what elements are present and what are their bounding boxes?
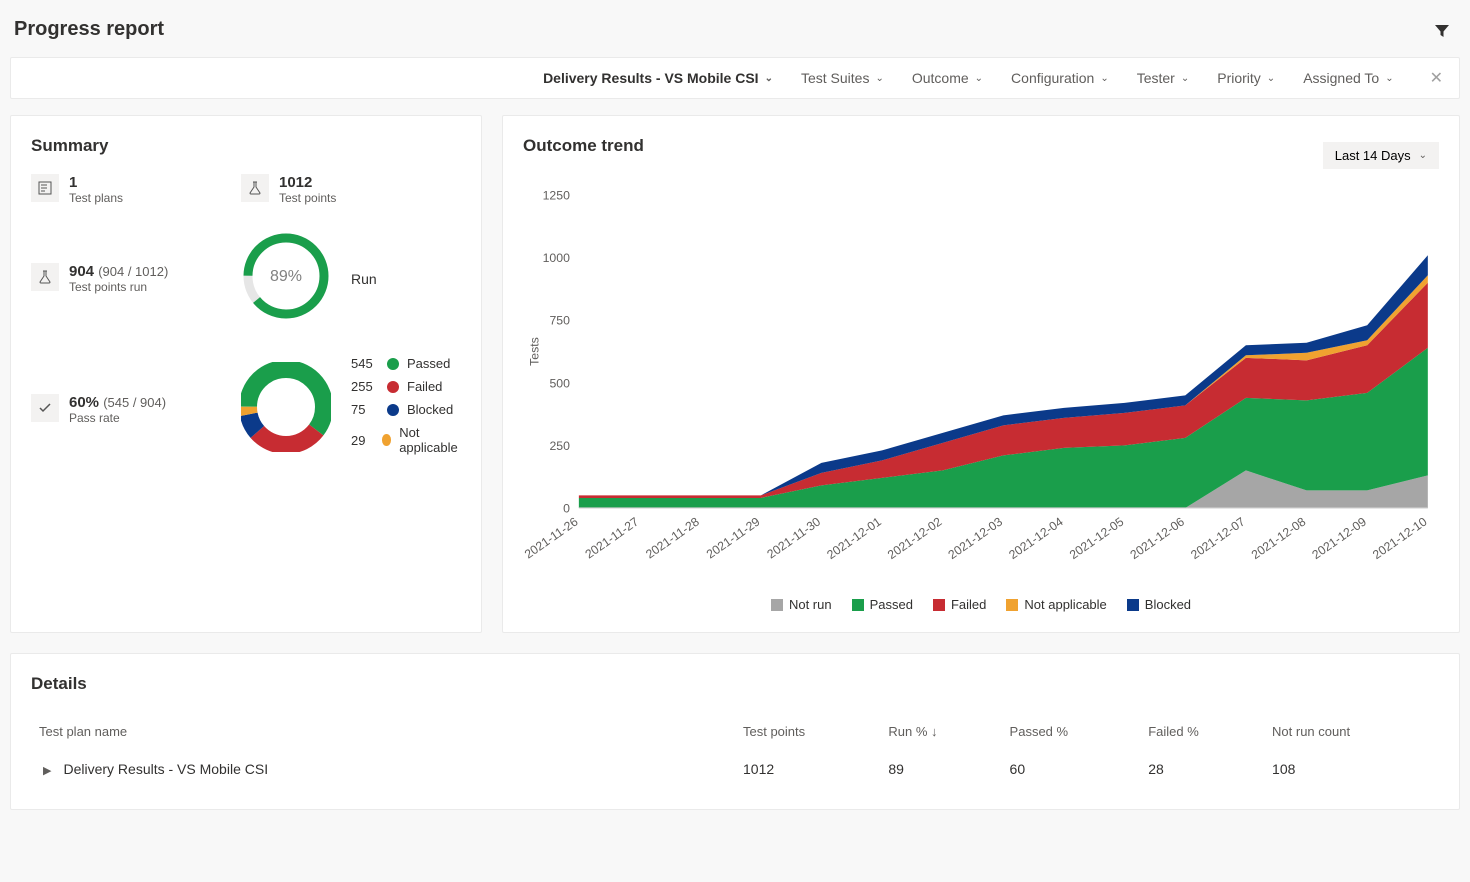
table-row[interactable]: ▶Delivery Results - VS Mobile CSI1012896… <box>31 749 1439 789</box>
svg-text:2021-12-02: 2021-12-02 <box>885 514 945 562</box>
col-notrun[interactable]: Not run count <box>1264 714 1439 749</box>
chevron-right-icon[interactable]: ▶ <box>43 764 51 777</box>
svg-text:Tests: Tests <box>528 337 542 366</box>
flask-icon <box>31 263 59 291</box>
pass-label: Pass rate <box>69 411 166 425</box>
trend-title: Outcome trend <box>523 136 644 156</box>
filter-plan-label: Delivery Results - VS Mobile CSI <box>543 70 759 86</box>
swatch-failed <box>387 381 399 393</box>
swatch-failed <box>933 599 945 611</box>
filter-tester[interactable]: Tester ⌄ <box>1137 70 1190 86</box>
svg-text:2021-12-04: 2021-12-04 <box>1006 514 1066 562</box>
flask-icon <box>241 174 269 202</box>
svg-text:250: 250 <box>549 439 570 453</box>
svg-text:2021-12-05: 2021-12-05 <box>1067 514 1127 562</box>
sort-down-icon: ↓ <box>931 724 938 739</box>
run-word: Run <box>351 271 377 287</box>
svg-text:2021-11-26: 2021-11-26 <box>523 514 581 561</box>
svg-text:2021-12-06: 2021-12-06 <box>1128 514 1188 562</box>
swatch-blocked <box>387 404 399 416</box>
svg-text:2021-12-10: 2021-12-10 <box>1370 514 1430 562</box>
chevron-down-icon: ⌄ <box>1100 73 1108 84</box>
svg-text:0: 0 <box>563 501 570 515</box>
filter-outcome[interactable]: Outcome ⌄ <box>912 70 983 86</box>
svg-text:2021-12-01: 2021-12-01 <box>824 514 884 562</box>
chevron-down-icon: ⌄ <box>875 73 883 84</box>
filter-suites-label: Test Suites <box>801 70 869 86</box>
pass-donut <box>241 362 331 457</box>
filter-tester-label: Tester <box>1137 70 1175 86</box>
filter-priority-label: Priority <box>1217 70 1261 86</box>
chevron-down-icon: ⌄ <box>975 73 983 84</box>
chevron-down-icon: ⌄ <box>1267 73 1275 84</box>
points-run-label: Test points run <box>69 280 168 294</box>
details-card: Details Test plan name Test points Run %… <box>10 653 1460 810</box>
test-points-label: Test points <box>279 191 336 205</box>
summary-title: Summary <box>31 136 461 156</box>
stat-test-points: 1012 Test points <box>241 174 431 205</box>
filter-assigned-label: Assigned To <box>1303 70 1379 86</box>
svg-text:1000: 1000 <box>543 251 570 265</box>
stat-points-run: 904 (904 / 1012) Test points run <box>31 263 221 294</box>
swatch-notrun <box>771 599 783 611</box>
svg-text:2021-11-30: 2021-11-30 <box>764 514 823 561</box>
swatch-passed <box>852 599 864 611</box>
test-points-count: 1012 <box>279 174 336 191</box>
stat-pass-rate: 60% (545 / 904) Pass rate <box>31 394 221 425</box>
svg-text:500: 500 <box>549 376 570 390</box>
filter-priority[interactable]: Priority ⌄ <box>1217 70 1275 86</box>
col-plan[interactable]: Test plan name <box>31 714 735 749</box>
filter-plan[interactable]: Delivery Results - VS Mobile CSI ⌄ <box>543 70 773 86</box>
svg-text:2021-12-08: 2021-12-08 <box>1249 514 1309 562</box>
range-button[interactable]: Last 14 Days ⌄ <box>1323 142 1439 169</box>
stat-test-plans: 1 Test plans <box>31 174 221 205</box>
filter-assigned[interactable]: Assigned To ⌄ <box>1303 70 1393 86</box>
filter-bar: Delivery Results - VS Mobile CSI ⌄ Test … <box>10 57 1460 99</box>
filter-icon[interactable] <box>1434 23 1450 44</box>
svg-text:89%: 89% <box>270 268 302 285</box>
filter-outcome-label: Outcome <box>912 70 969 86</box>
svg-text:750: 750 <box>549 314 570 328</box>
filter-suites[interactable]: Test Suites ⌄ <box>801 70 884 86</box>
pass-legend: 545Passed 255Failed 75Blocked 29Not appl… <box>351 356 466 463</box>
svg-text:2021-12-09: 2021-12-09 <box>1309 514 1369 562</box>
chevron-down-icon: ⌄ <box>1419 150 1427 161</box>
col-points[interactable]: Test points <box>735 714 880 749</box>
page-title: Progress report <box>14 18 164 41</box>
svg-text:2021-11-29: 2021-11-29 <box>704 514 763 561</box>
details-table: Test plan name Test points Run % ↓ Passe… <box>31 714 1439 789</box>
chevron-down-icon: ⌄ <box>765 73 773 84</box>
test-plans-label: Test plans <box>69 191 123 205</box>
chevron-down-icon: ⌄ <box>1181 73 1189 84</box>
swatch-passed <box>387 358 399 370</box>
close-icon[interactable]: ✕ <box>1430 68 1443 88</box>
swatch-blocked <box>1127 599 1139 611</box>
details-title: Details <box>31 674 1439 694</box>
svg-text:2021-11-27: 2021-11-27 <box>583 514 642 561</box>
swatch-na <box>382 434 392 446</box>
col-passed[interactable]: Passed % <box>1002 714 1141 749</box>
check-icon <box>31 394 59 422</box>
svg-text:2021-12-03: 2021-12-03 <box>946 514 1006 562</box>
svg-text:1250: 1250 <box>543 189 570 203</box>
points-run-count: 904 (904 / 1012) <box>69 263 168 280</box>
svg-text:2021-12-07: 2021-12-07 <box>1188 514 1248 562</box>
trend-card: Outcome trend Last 14 Days ⌄ Tests 0 250 5… <box>502 115 1460 633</box>
chevron-down-icon: ⌄ <box>1385 73 1393 84</box>
test-plans-count: 1 <box>69 174 123 191</box>
test-plan-icon <box>31 174 59 202</box>
range-label: Last 14 Days <box>1335 148 1411 163</box>
trend-chart: Tests 025050075010001250 2021-11-262021-… <box>523 184 1439 586</box>
trend-legend: Not run Passed Failed Not applicable Blo… <box>523 597 1439 612</box>
pass-pct: 60% (545 / 904) <box>69 394 166 411</box>
filter-configuration-label: Configuration <box>1011 70 1094 86</box>
col-run[interactable]: Run % ↓ <box>880 714 1001 749</box>
swatch-na <box>1006 599 1018 611</box>
col-failed[interactable]: Failed % <box>1140 714 1264 749</box>
svg-text:2021-11-28: 2021-11-28 <box>643 514 702 561</box>
run-donut: 89% <box>241 231 331 326</box>
filter-configuration[interactable]: Configuration ⌄ <box>1011 70 1109 86</box>
summary-card: Summary 1 Test plans 1012 Test points <box>10 115 482 633</box>
